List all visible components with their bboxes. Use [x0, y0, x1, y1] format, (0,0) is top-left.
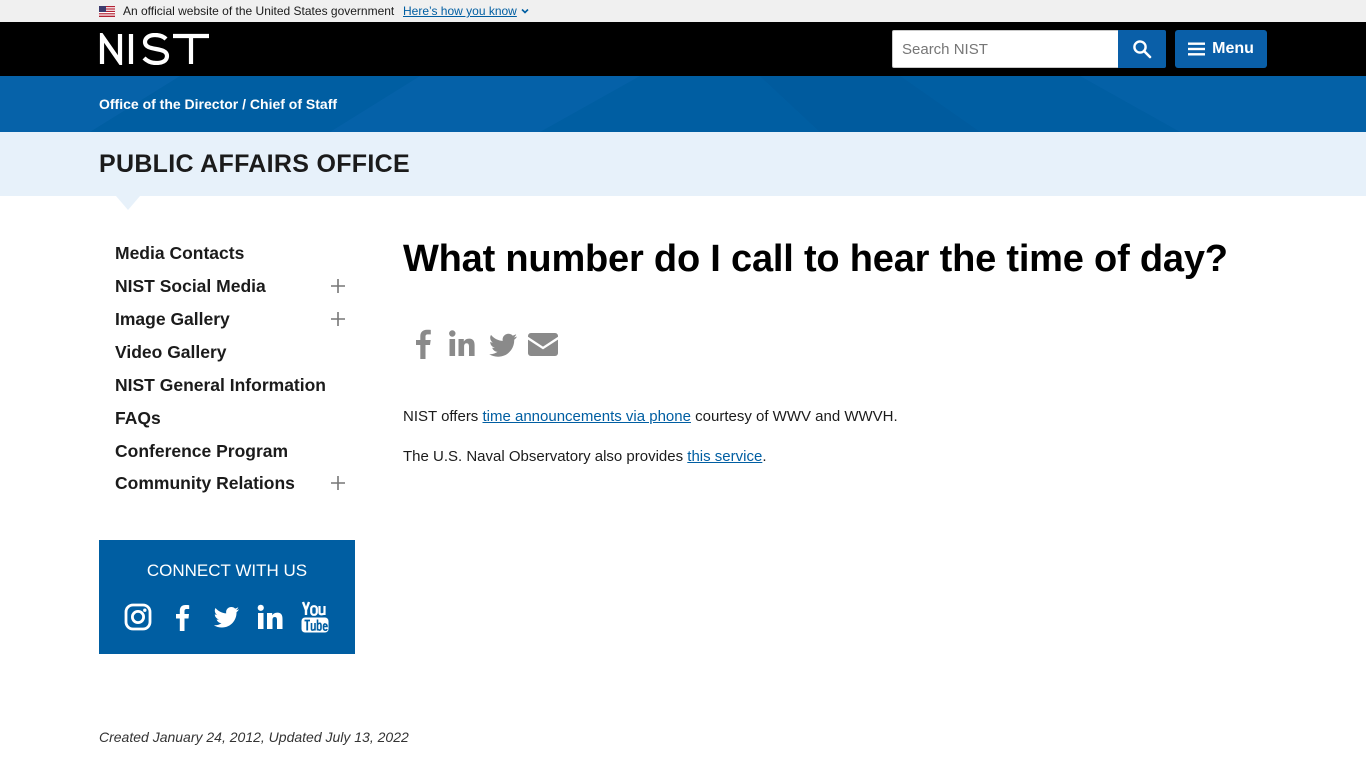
expand-plus-icon[interactable] [331, 279, 345, 293]
expand-plus-icon[interactable] [331, 312, 345, 326]
menu-label: Menu [1212, 40, 1254, 57]
paragraph-text: . [762, 448, 767, 465]
time-announcements-link[interactable]: time announcements via phone [482, 408, 690, 425]
menu-button[interactable]: Menu [1175, 30, 1267, 68]
linkedin-icon[interactable] [256, 603, 284, 631]
paragraph-text: NIST offers [403, 408, 483, 425]
page-title: What number do I call to hear the time o… [403, 238, 1228, 280]
this-service-link[interactable]: this service [687, 448, 762, 465]
content-paragraph: NIST offers time announcements via phone… [403, 408, 898, 425]
sidebar-item-image-gallery[interactable]: Image Gallery [115, 309, 230, 330]
org-breadcrumb-link[interactable]: Office of the Director / Chief of Staff [99, 96, 337, 112]
title-band-notch [116, 196, 140, 210]
sidebar-item-nist-social-media[interactable]: NIST Social Media [115, 276, 266, 297]
org-band: Office of the Director / Chief of Staff [0, 76, 1366, 132]
paragraph-text: courtesy of WWV and WWVH. [690, 408, 898, 425]
sidebar-item-community-relations[interactable]: Community Relations [115, 473, 295, 494]
search-input[interactable] [892, 30, 1119, 68]
search-icon [1133, 40, 1152, 59]
sidebar-item-video-gallery[interactable]: Video Gallery [115, 342, 227, 363]
official-site-text: An official website of the United States… [123, 4, 395, 18]
youtube-icon[interactable] [300, 601, 330, 633]
content-paragraph: The U.S. Naval Observatory also provides… [403, 448, 767, 465]
heres-how-you-know-link[interactable]: Here’s how you know [403, 4, 517, 18]
instagram-icon[interactable] [124, 603, 152, 631]
facebook-icon[interactable] [168, 603, 196, 631]
sidebar-item-faqs[interactable]: FAQs [115, 408, 161, 429]
connect-with-us-box: CONNECT WITH US [99, 540, 355, 654]
gov-banner: An official website of the United States… [0, 0, 1366, 22]
search-button[interactable] [1118, 30, 1166, 68]
connect-title: CONNECT WITH US [146, 561, 308, 580]
sidebar-item-media-contacts[interactable]: Media Contacts [115, 243, 244, 264]
expand-plus-icon[interactable] [331, 476, 345, 490]
paragraph-text: The U.S. Naval Observatory also provides [403, 448, 688, 465]
share-facebook-icon[interactable] [413, 328, 433, 360]
hamburger-icon [1188, 42, 1206, 56]
sidebar-item-nist-general-information[interactable]: NIST General Information [115, 375, 326, 396]
site-title[interactable]: PUBLIC AFFAIRS OFFICE [99, 150, 410, 179]
sidebar-item-conference-program[interactable]: Conference Program [115, 441, 288, 462]
us-flag-icon [99, 6, 115, 17]
share-twitter-icon[interactable] [488, 328, 518, 360]
twitter-icon[interactable] [212, 603, 240, 631]
share-linkedin-icon[interactable] [448, 328, 476, 360]
created-updated-dates: Created January 24, 2012, Updated July 1… [99, 729, 409, 745]
nist-logo[interactable] [99, 33, 210, 65]
site-header: Menu [0, 22, 1366, 76]
site-title-band: PUBLIC AFFAIRS OFFICE [0, 132, 1366, 196]
chevron-down-icon[interactable] [520, 6, 530, 16]
share-email-icon[interactable] [527, 328, 559, 360]
